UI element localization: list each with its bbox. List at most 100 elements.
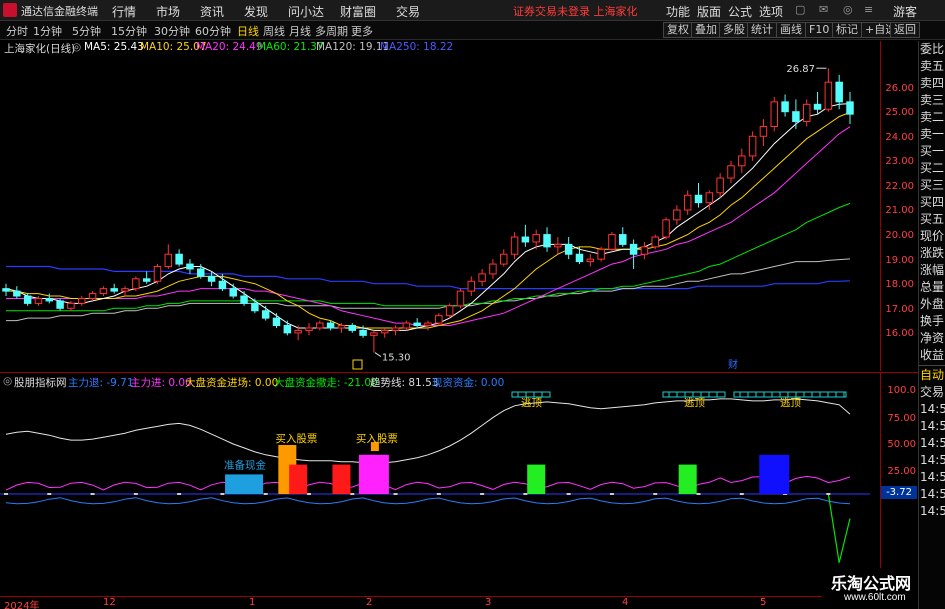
tongji-button[interactable]: 统计 [747, 22, 777, 38]
period-60min[interactable]: 60分钟 [195, 23, 231, 39]
side-tab[interactable]: 卖五 [919, 58, 945, 75]
candle-body [489, 263, 497, 275]
side-tab[interactable]: 卖一 [919, 126, 945, 143]
search-icon[interactable]: ◎ [843, 3, 853, 16]
candle-body [510, 236, 519, 255]
side-tab[interactable]: 买五 [919, 211, 945, 228]
red-block [289, 464, 308, 494]
side-tab[interactable]: 外盘 [919, 296, 945, 313]
period-weekly[interactable]: 周线 [263, 23, 285, 39]
candle-body [34, 297, 43, 304]
candle-body [359, 329, 367, 336]
menu-gongneng[interactable]: 功能 [666, 3, 690, 20]
account-icon[interactable]: ▢ [795, 3, 805, 16]
menu-faxian[interactable]: 发现 [244, 3, 268, 20]
side-tab[interactable]: 14:56 [919, 401, 945, 418]
diejia-button[interactable]: 叠加 [691, 22, 721, 38]
zero-marker [393, 493, 398, 495]
side-tab[interactable]: 卖三 [919, 92, 945, 109]
period-fenshi[interactable]: 分时 [6, 23, 28, 39]
candle-body [424, 322, 432, 327]
zero-marker [47, 493, 52, 495]
side-tab[interactable]: 收益 [919, 347, 945, 364]
candle-body [261, 310, 270, 319]
candle-body [683, 194, 692, 211]
menu-jiaoyi[interactable]: 交易 [396, 3, 420, 20]
candle-body [380, 329, 389, 334]
run-label: 逃顶 [684, 396, 705, 409]
indicator-chart[interactable]: 准备现金 买入股票 买入股票 逃顶 逃顶 逃顶 [0, 388, 880, 596]
side-tab[interactable]: 涨幅 [919, 262, 945, 279]
candle-body [608, 234, 616, 250]
price-axis: 26.00 25.00 24.00 23.00 22.00 21.00 20.00 19.00… [880, 41, 918, 371]
green-block [678, 464, 697, 494]
side-tab[interactable]: 自动 [919, 367, 945, 384]
indicator-axis: 100.0 75.00 50.00 25.00 -3.72 [880, 372, 918, 596]
collapse-icon[interactable]: ◎ [72, 41, 81, 53]
side-tab[interactable]: 买四 [919, 194, 945, 211]
side-tab[interactable]: 14:56 [919, 469, 945, 486]
price-tick: 26.00 [885, 82, 914, 94]
side-tab[interactable]: 14:56 [919, 503, 945, 520]
side-tab[interactable]: 涨跌 [919, 245, 945, 262]
stock-name: 上海家化(日线) [4, 43, 76, 55]
side-tab[interactable]: 买二 [919, 160, 945, 177]
menu-shichang[interactable]: 市场 [156, 3, 180, 20]
period-1min[interactable]: 1分钟 [33, 23, 62, 39]
candle-body [207, 275, 216, 282]
period-more[interactable]: 更多 [351, 23, 373, 39]
candle-body [813, 103, 822, 110]
candle-body [835, 81, 843, 103]
duogu-button[interactable]: 多股 [719, 22, 749, 38]
date-label: 1 [249, 597, 256, 608]
period-multi[interactable]: 多周期 [315, 23, 348, 39]
indicator-toggle-icon[interactable]: ◎ [3, 375, 12, 387]
fuquan-button[interactable]: 复权 [663, 22, 693, 38]
side-tab[interactable]: 净资 [919, 330, 945, 347]
side-tab[interactable]: 卖二 [919, 109, 945, 126]
biaoji-button[interactable]: 标记 [832, 22, 862, 38]
zhuli-tui-line [5, 497, 851, 505]
back-button[interactable]: 返回 [890, 22, 920, 38]
candle-body [445, 305, 454, 317]
menu-lines-icon[interactable]: ≡ [864, 3, 873, 16]
side-tab[interactable]: 14:56 [919, 435, 945, 452]
side-tab[interactable]: 总量 [919, 279, 945, 296]
f10-button[interactable]: F10 [805, 22, 834, 38]
menu-zixun[interactable]: 资讯 [200, 3, 224, 20]
price-tick: 23.00 [885, 156, 914, 168]
menu-xuanxiang[interactable]: 选项 [759, 3, 783, 20]
side-tab[interactable]: 委比 [919, 41, 945, 58]
menu-hangqing[interactable]: 行情 [112, 3, 136, 20]
period-daily[interactable]: 日线 [237, 23, 259, 39]
price-tick: 16.00 [885, 328, 914, 340]
candle-body [499, 253, 508, 265]
candle-body [705, 192, 714, 204]
period-monthly[interactable]: 月线 [289, 23, 311, 39]
side-tab[interactable]: 14:56 [919, 452, 945, 469]
side-tab[interactable]: 换手 [919, 313, 945, 330]
guest-label[interactable]: 游客 [893, 3, 917, 20]
cash-block [225, 474, 264, 494]
side-tab[interactable]: 卖四 [919, 75, 945, 92]
side-tab[interactable]: 交易 [919, 384, 945, 401]
menu-caifuquan[interactable]: 财富圈 [340, 3, 376, 20]
period-5min[interactable]: 5分钟 [72, 23, 101, 39]
side-tab[interactable]: 现价 [919, 228, 945, 245]
period-30min[interactable]: 30分钟 [154, 23, 190, 39]
menu-gongshi[interactable]: 公式 [728, 3, 752, 20]
menu-wenxiaoda[interactable]: 问小达 [288, 3, 324, 20]
price-tick: 19.00 [885, 254, 914, 266]
menu-banmian[interactable]: 版面 [697, 3, 721, 20]
price-tick: 24.00 [885, 131, 914, 143]
period-15min[interactable]: 15分钟 [111, 23, 147, 39]
indicator-current-badge: -3.72 [881, 486, 917, 499]
side-tab[interactable]: 14:56 [919, 418, 945, 435]
candle-body [759, 125, 768, 137]
side-tab[interactable]: 买三 [919, 177, 945, 194]
side-tab[interactable]: 买一 [919, 143, 945, 160]
huaxian-button[interactable]: 画线 [776, 22, 806, 38]
envelope-icon[interactable]: ✉ [819, 3, 828, 16]
side-tab[interactable]: 14:56 [919, 486, 945, 503]
kline-chart[interactable]: 26.87 15.30 财 [0, 55, 880, 370]
